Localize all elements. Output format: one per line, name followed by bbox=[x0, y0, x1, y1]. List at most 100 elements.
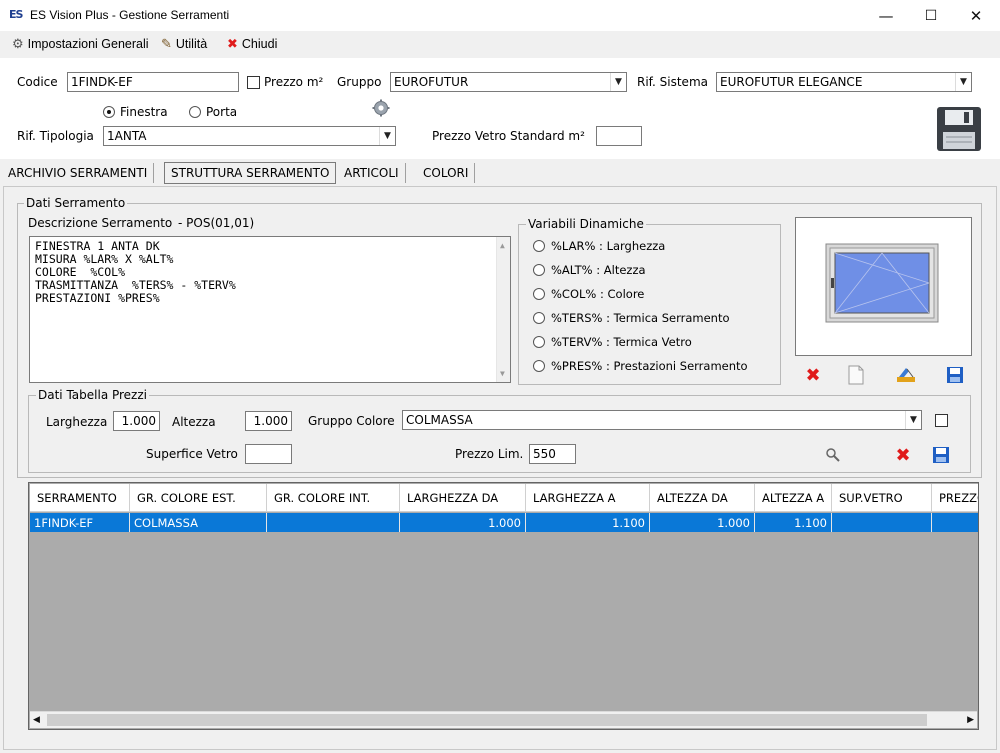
variabile-option-terv[interactable]: %TERV% : Termica Vetro bbox=[533, 330, 778, 354]
larghezza-field[interactable]: 1.000 bbox=[113, 411, 160, 431]
variabile-option-ters[interactable]: %TERS% : Termica Serramento bbox=[533, 306, 778, 330]
grid-header[interactable]: ALTEZZA DA bbox=[650, 484, 755, 512]
superficie-vetro-label: Superfice Vetro bbox=[146, 447, 238, 461]
descrizione-textarea[interactable]: FINESTRA 1 ANTA DK MISURA %LAR% X %ALT% … bbox=[29, 236, 511, 383]
menu-label: Utilità bbox=[175, 37, 208, 51]
save-row-icon[interactable] bbox=[930, 444, 952, 466]
chevron-down-icon: ▼ bbox=[379, 127, 395, 145]
rif-sistema-select[interactable]: EUROFUTUR ELEGANCE ▼ bbox=[716, 72, 972, 92]
superficie-vetro-field[interactable] bbox=[245, 444, 292, 464]
description-scrollbar[interactable]: ▲ ▼ bbox=[496, 237, 510, 382]
delete-row-icon[interactable]: ✖ bbox=[892, 444, 914, 466]
codice-label: Codice bbox=[17, 75, 58, 89]
tab-archivio-serramenti[interactable]: ARCHIVIO SERRAMENTI bbox=[2, 163, 155, 183]
finestra-radio[interactable] bbox=[103, 106, 115, 118]
menu-chiudi[interactable]: ✖ Chiudi bbox=[227, 35, 277, 53]
grid-cell[interactable] bbox=[832, 513, 932, 532]
larghezza-label: Larghezza bbox=[46, 415, 108, 429]
tools-icon: ✎ bbox=[161, 36, 172, 51]
prezzo-lim-field[interactable]: 550 bbox=[529, 444, 576, 464]
grid-header[interactable]: GR. COLORE EST. bbox=[130, 484, 267, 512]
close-x-icon: ✖ bbox=[227, 36, 238, 51]
gruppo-value: EUROFUTUR bbox=[394, 75, 469, 89]
save-image-icon[interactable] bbox=[944, 364, 966, 386]
grid-header[interactable]: PREZZO bbox=[932, 484, 978, 512]
grid-cell[interactable]: 1FINDK-EF bbox=[30, 513, 130, 532]
scroll-right-icon[interactable]: ▶ bbox=[967, 715, 974, 725]
radio-button[interactable] bbox=[533, 336, 545, 348]
rif-sistema-value: EUROFUTUR ELEGANCE bbox=[720, 75, 863, 89]
maximize-button[interactable]: ☐ bbox=[908, 0, 954, 31]
gruppo-colore-label: Gruppo Colore bbox=[308, 414, 395, 428]
grid-cell[interactable]: 1.100 bbox=[755, 513, 832, 532]
menu-label: Impostazioni Generali bbox=[27, 37, 149, 51]
tab-articoli[interactable]: ARTICOLI bbox=[338, 163, 406, 183]
variabile-option-col[interactable]: %COL% : Colore bbox=[533, 282, 778, 306]
grid-cell[interactable] bbox=[932, 513, 978, 532]
porta-label: Porta bbox=[206, 105, 238, 119]
gruppo-select[interactable]: EUROFUTUR ▼ bbox=[390, 72, 627, 92]
title-bar: ES ES Vision Plus - Gestione Serramenti … bbox=[0, 0, 1000, 31]
grid-header[interactable]: GR. COLORE INT. bbox=[267, 484, 400, 512]
menu-bar: ⚙ Impostazioni Generali ✎ Utilità ✖ Chiu… bbox=[0, 31, 1000, 57]
prezzo-vetro-label: Prezzo Vetro Standard m² bbox=[432, 129, 585, 143]
grid-cell[interactable]: 1.000 bbox=[400, 513, 526, 532]
scroll-thumb[interactable] bbox=[47, 714, 927, 726]
header-form: Codice 1FINDK-EF Prezzo m² Gruppo EUROFU… bbox=[0, 58, 1000, 159]
tab-colori[interactable]: COLORI bbox=[417, 163, 476, 183]
chevron-down-icon: ▼ bbox=[905, 411, 921, 429]
prezzo-m2-checkbox[interactable] bbox=[247, 76, 260, 89]
search-icon[interactable] bbox=[822, 444, 844, 466]
altezza-field[interactable]: 1.000 bbox=[245, 411, 292, 431]
grid-header[interactable]: LARGHEZZA A bbox=[526, 484, 650, 512]
codice-field[interactable]: 1FINDK-EF bbox=[67, 72, 239, 92]
prezzo-lim-label: Prezzo Lim. bbox=[455, 447, 524, 461]
grid-header[interactable]: LARGHEZZA DA bbox=[400, 484, 526, 512]
rif-sistema-label: Rif. Sistema bbox=[637, 75, 708, 89]
menu-impostazioni-generali[interactable]: ⚙ Impostazioni Generali bbox=[12, 35, 149, 53]
tab-bar: ARCHIVIO SERRAMENTI STRUTTURA SERRAMENTO… bbox=[0, 159, 1000, 186]
porta-radio[interactable] bbox=[189, 106, 201, 118]
grid-horizontal-scrollbar[interactable]: ◀ ▶ bbox=[30, 711, 977, 728]
rif-tipologia-select[interactable]: 1ANTA ▼ bbox=[103, 126, 396, 146]
variabile-option-alt[interactable]: %ALT% : Altezza bbox=[533, 258, 778, 282]
gruppo-colore-select[interactable]: COLMASSA ▼ bbox=[402, 410, 922, 430]
finestra-label: Finestra bbox=[120, 105, 168, 119]
variabile-option-lar[interactable]: %LAR% : Larghezza bbox=[533, 234, 778, 258]
grid-header[interactable]: ALTEZZA A bbox=[755, 484, 832, 512]
grid-cell[interactable]: 1.100 bbox=[526, 513, 650, 532]
radio-button[interactable] bbox=[533, 264, 545, 276]
prezzo-m2-label: Prezzo m² bbox=[264, 75, 324, 89]
option-label: %LAR% : Larghezza bbox=[551, 239, 666, 253]
pos-label: - POS(01,01) bbox=[178, 216, 255, 230]
grid-cell[interactable] bbox=[267, 513, 400, 532]
grid-cell[interactable]: COLMASSA bbox=[130, 513, 267, 532]
option-label: %TERS% : Termica Serramento bbox=[551, 311, 730, 325]
window-close-button[interactable]: ✕ bbox=[953, 0, 999, 31]
prezzo-vetro-field[interactable] bbox=[596, 126, 642, 146]
radio-button[interactable] bbox=[533, 240, 545, 252]
variabile-option-pres[interactable]: %PRES% : Prestazioni Serramento bbox=[533, 354, 778, 378]
descrizione-label: Descrizione Serramento bbox=[28, 216, 173, 230]
rif-tipologia-label: Rif. Tipologia bbox=[17, 129, 94, 143]
scroll-left-icon[interactable]: ◀ bbox=[33, 715, 40, 725]
menu-utilita[interactable]: ✎ Utilità bbox=[161, 35, 207, 53]
gruppo-colore-value: COLMASSA bbox=[406, 413, 473, 427]
settings-gear-icon[interactable] bbox=[372, 99, 390, 117]
minimize-button[interactable]: — bbox=[863, 0, 909, 31]
new-document-icon[interactable] bbox=[845, 364, 867, 386]
option-label: %TERV% : Termica Vetro bbox=[551, 335, 692, 349]
radio-button[interactable] bbox=[533, 360, 545, 372]
chevron-down-icon: ▼ bbox=[955, 73, 971, 91]
grid-header[interactable]: SUP.VETRO bbox=[832, 484, 932, 512]
gruppo-colore-checkbox[interactable] bbox=[935, 414, 948, 427]
tab-struttura-serramento[interactable]: STRUTTURA SERRAMENTO bbox=[164, 162, 337, 184]
grid-header[interactable]: SERRAMENTO bbox=[30, 484, 130, 512]
draw-tools-icon[interactable] bbox=[895, 364, 917, 386]
save-disk-icon[interactable] bbox=[936, 106, 982, 152]
grid-cell[interactable]: 1.000 bbox=[650, 513, 755, 532]
delete-image-icon[interactable]: ✖ bbox=[802, 364, 824, 386]
radio-button[interactable] bbox=[533, 288, 545, 300]
radio-button[interactable] bbox=[533, 312, 545, 324]
menu-label: Chiudi bbox=[241, 37, 278, 51]
